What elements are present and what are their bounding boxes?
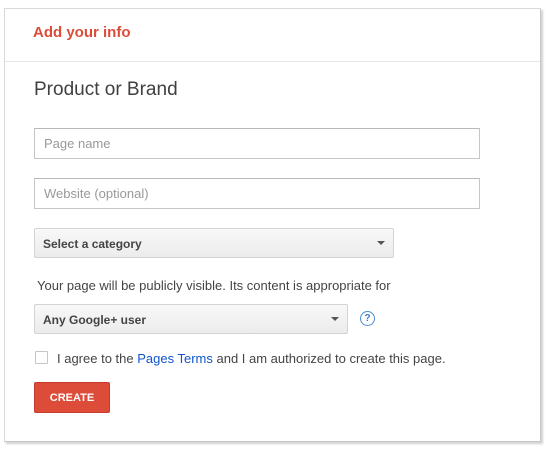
audience-select[interactable]: Any Google+ user bbox=[34, 304, 348, 334]
chevron-down-icon bbox=[331, 317, 339, 321]
visibility-text: Your page will be publicly visible. Its … bbox=[37, 278, 391, 293]
chevron-down-icon bbox=[377, 241, 385, 245]
pages-terms-link[interactable]: Pages Terms bbox=[137, 351, 213, 366]
category-select[interactable]: Select a category bbox=[34, 228, 394, 258]
dialog-title: Add your info bbox=[33, 24, 131, 41]
section-title: Product or Brand bbox=[34, 79, 178, 100]
help-icon[interactable]: ? bbox=[360, 311, 375, 326]
terms-agreement-text: I agree to the Pages Terms and I am auth… bbox=[57, 351, 446, 366]
add-info-dialog: Add your info Product or Brand Select a … bbox=[4, 8, 541, 442]
terms-checkbox[interactable] bbox=[35, 351, 48, 364]
create-button[interactable]: CREATE bbox=[34, 382, 110, 413]
website-input[interactable] bbox=[34, 178, 480, 209]
terms-prefix: I agree to the bbox=[57, 351, 138, 366]
category-select-label: Select a category bbox=[43, 237, 142, 251]
terms-suffix: and I am authorized to create this page. bbox=[212, 351, 446, 366]
page-name-input[interactable] bbox=[34, 128, 480, 159]
audience-select-label: Any Google+ user bbox=[43, 313, 147, 327]
dialog-header: Add your info bbox=[5, 9, 540, 62]
